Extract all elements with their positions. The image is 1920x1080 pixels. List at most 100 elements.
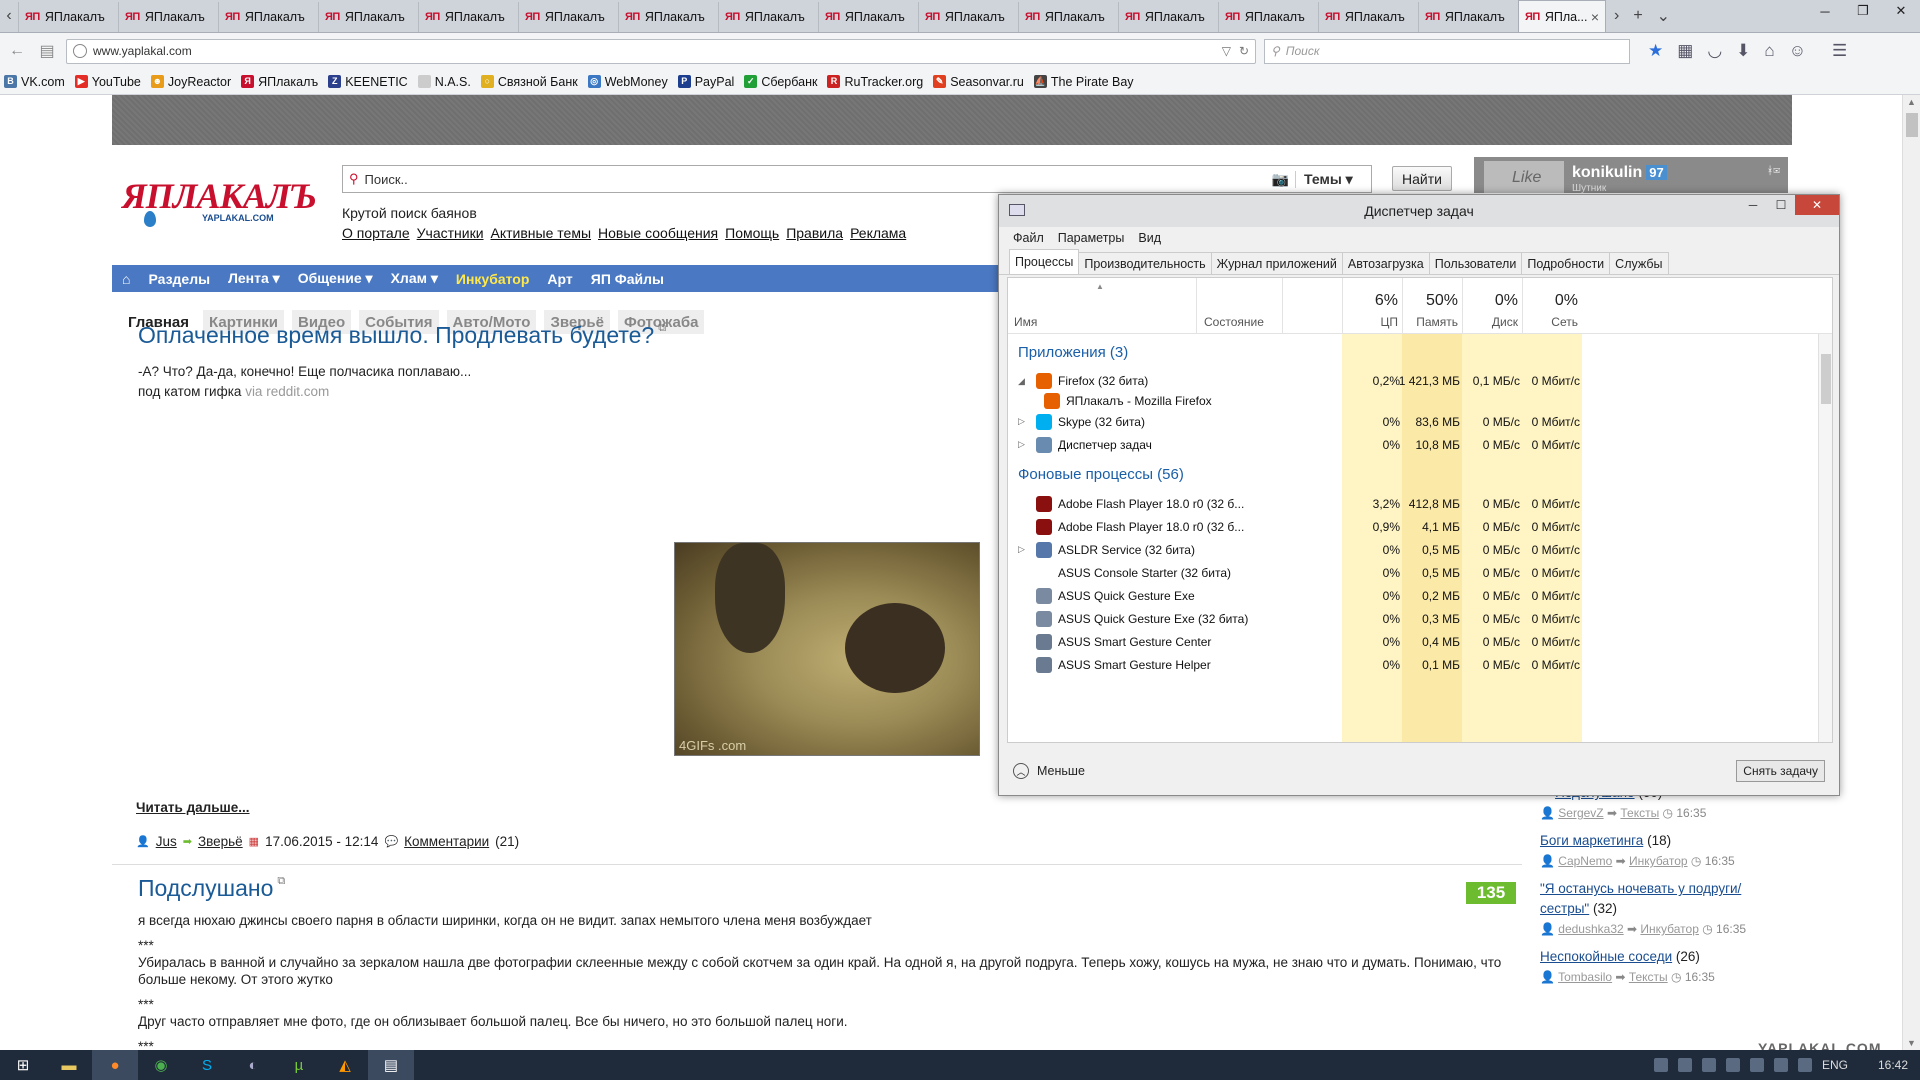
start-button[interactable]: ⊞ — [0, 1050, 46, 1080]
browser-tab[interactable]: ЯП ЯПлакалъ — [118, 2, 218, 32]
external-link-icon[interactable]: ⧉ — [277, 875, 285, 887]
process-row[interactable]: ASUS Quick Gesture Exe 0% 0,2 МБ 0 МБ/с 0 Мб… — [1008, 584, 1818, 607]
home-icon[interactable]: ⌂ — [122, 271, 130, 287]
bookmark-item[interactable]: Z KEENETIC — [328, 75, 408, 89]
rating-badge[interactable]: 135 — [1466, 882, 1516, 904]
page-scrollbar[interactable]: ▲ ▼ — [1902, 95, 1920, 1050]
topic-section[interactable]: Инкубатор — [1629, 854, 1688, 868]
tab-close-icon[interactable]: × — [1591, 9, 1599, 25]
minimize-button[interactable]: ─ — [1806, 0, 1844, 22]
col-state-header[interactable]: Состояние — [1204, 315, 1264, 329]
site-logo[interactable]: ЯПЛАКАЛЪ YAPLAKAL.COM — [122, 177, 322, 227]
site-link[interactable]: Новые сообщения — [598, 225, 718, 241]
comments-link[interactable]: Комментарии — [404, 834, 489, 849]
browser-tab[interactable]: ЯП ЯПлакалъ — [1418, 2, 1518, 32]
process-row[interactable]: ◢ Firefox (32 бита) 0,2% 1 421,3 МБ 0,1 МБ/с… — [1008, 370, 1818, 392]
tab-scroll-left-button[interactable]: ‹ — [0, 0, 18, 32]
downloads-icon[interactable]: ⬇ — [1736, 41, 1750, 61]
tm-maximize-button[interactable]: ☐ — [1767, 195, 1795, 215]
topic-link[interactable]: Боги маркетинга — [1540, 833, 1643, 848]
close-window-button[interactable]: ✕ — [1882, 0, 1920, 22]
browser-tab[interactable]: ЯП ЯПлакалъ — [1318, 2, 1418, 32]
site-link[interactable]: О портале — [342, 225, 410, 241]
browser-tab[interactable]: ЯП ЯПлакалъ — [618, 2, 718, 32]
explorer-icon[interactable]: ▬ — [46, 1050, 92, 1080]
tm-tab[interactable]: Производительность — [1078, 252, 1212, 274]
browser-tab[interactable]: ЯП ЯПлакалъ — [918, 2, 1018, 32]
section-link[interactable]: Зверьё — [198, 834, 243, 849]
camera-icon[interactable]: 📷 — [1272, 171, 1289, 188]
topic-user[interactable]: CapNemo — [1558, 854, 1612, 868]
language-indicator[interactable]: ENG — [1822, 1058, 1848, 1072]
bookmark-item[interactable]: ☻ JoyReactor — [150, 75, 231, 89]
bookmark-item[interactable]: ✓ Сбербанк — [744, 75, 817, 89]
dropdown-arrow-icon[interactable]: ▽ — [1222, 44, 1231, 58]
bookmark-item[interactable]: ○ Связной Банк — [480, 75, 578, 89]
site-link[interactable]: Активные темы — [491, 225, 592, 241]
bookmark-item[interactable]: ⛵ The Pirate Bay — [1033, 75, 1134, 89]
site-link[interactable]: Помощь — [725, 225, 779, 241]
tab-scroll-right-button[interactable]: › — [1614, 7, 1619, 25]
skype-icon[interactable]: S — [184, 1050, 230, 1080]
process-list-scrollbar[interactable] — [1818, 334, 1832, 742]
restore-button[interactable]: ❐ — [1844, 0, 1882, 22]
fewer-details-button[interactable]: ︿ Меньше — [1013, 763, 1085, 779]
site-link[interactable]: Реклама — [850, 225, 906, 241]
tray-network-icon[interactable] — [1773, 1058, 1788, 1072]
browser-tab[interactable]: ЯП ЯПлакалъ — [1018, 2, 1118, 32]
reload-icon[interactable]: ↻ — [1239, 44, 1249, 58]
nav-item[interactable]: Хлам ▾ — [391, 270, 438, 287]
tm-menu-item[interactable]: Вид — [1138, 231, 1161, 245]
browser-tab[interactable]: ЯП ЯПлакалъ — [418, 2, 518, 32]
bookmark-item[interactable]: B VK.com — [4, 75, 65, 89]
user-tools-icon[interactable]: ᚼ✉ — [1767, 165, 1780, 177]
browser-tab[interactable]: ЯП ЯПлакалъ — [718, 2, 818, 32]
process-row[interactable]: Adobe Flash Player 18.0 r0 (32 б... 0,9% 4… — [1008, 515, 1818, 538]
read-more-link[interactable]: Читать дальше... — [136, 800, 250, 815]
post-title-text[interactable]: Оплаченное время вышло. Продлевать будет… — [138, 322, 654, 348]
tab-list-button[interactable]: ⌄ — [1657, 6, 1670, 26]
process-row[interactable]: ASUS Console Starter (32 бита) 0% 0,5 МБ 0 … — [1008, 561, 1818, 584]
clock[interactable]: 16:42 — [1878, 1058, 1908, 1072]
gif-image[interactable]: 4GIFs .com — [674, 542, 980, 756]
nav-item[interactable]: Инкубатор — [456, 271, 530, 287]
process-row[interactable]: Adobe Flash Player 18.0 r0 (32 б... 3,2% 4… — [1008, 492, 1818, 515]
bookmark-item[interactable]: ✎ Seasonvar.ru — [933, 75, 1024, 89]
bookmark-item[interactable]: R RuTracker.org — [827, 75, 923, 89]
tray-utorrent-icon[interactable] — [1701, 1058, 1716, 1072]
tray-volume-icon[interactable] — [1797, 1058, 1812, 1072]
col-header[interactable]: Диск — [1464, 315, 1518, 329]
avatar[interactable]: Like — [1484, 161, 1564, 193]
tm-tab[interactable]: Процессы — [1009, 249, 1080, 274]
site-link[interactable]: Правила — [786, 225, 843, 241]
bookmark-item[interactable]: N.A.S. — [417, 75, 471, 89]
author-link[interactable]: Jus — [156, 834, 177, 849]
tray-steam-icon[interactable] — [1677, 1058, 1692, 1072]
site-search-input[interactable]: ⚲ Поиск.. 📷 Темы ▾ — [342, 165, 1372, 193]
bookmark-item[interactable]: Я ЯПлакалъ — [241, 75, 318, 89]
tm-menu-item[interactable]: Файл — [1013, 231, 1044, 245]
bookmarks-menu-icon[interactable]: ▦ — [1677, 41, 1693, 61]
process-row[interactable]: ▷ Skype (32 бита) 0% 83,6 МБ 0 МБ/с 0 Мбит/с — [1008, 410, 1818, 433]
col-name-header[interactable]: Имя — [1014, 315, 1037, 329]
browser-tab[interactable]: ЯП ЯПлакалъ — [318, 2, 418, 32]
app-icon[interactable]: ◭ — [322, 1050, 368, 1080]
tm-tab[interactable]: Подробности — [1521, 252, 1611, 274]
process-group-header[interactable]: Фоновые процессы (56) — [1008, 456, 1818, 492]
topic-link[interactable]: Неспокойные соседи — [1540, 949, 1672, 964]
task-manager-titlebar[interactable]: Диспетчер задач ─ ☐ ✕ — [999, 195, 1839, 227]
bookmark-star-icon[interactable]: ★ — [1648, 41, 1663, 61]
tray-app-icon[interactable] — [1749, 1058, 1764, 1072]
browser-tab[interactable]: ЯП ЯПлакалъ — [1218, 2, 1318, 32]
browser-tab[interactable]: ЯП ЯПлакалъ — [18, 2, 118, 32]
bookmark-item[interactable]: ◎ WebMoney — [587, 75, 668, 89]
reader-icon[interactable]: ▤ — [36, 40, 58, 62]
find-button[interactable]: Найти — [1392, 166, 1452, 191]
bookmark-item[interactable]: ▶ YouTube — [74, 75, 141, 89]
home-icon[interactable]: ⌂ — [1764, 41, 1774, 61]
col-header[interactable]: Сеть — [1524, 315, 1578, 329]
nav-item[interactable]: Арт — [547, 271, 572, 287]
topic-section[interactable]: Тексты — [1620, 806, 1659, 820]
end-task-button[interactable]: Снять задачу — [1736, 760, 1825, 782]
steam-icon[interactable]: ◐ — [230, 1050, 276, 1080]
